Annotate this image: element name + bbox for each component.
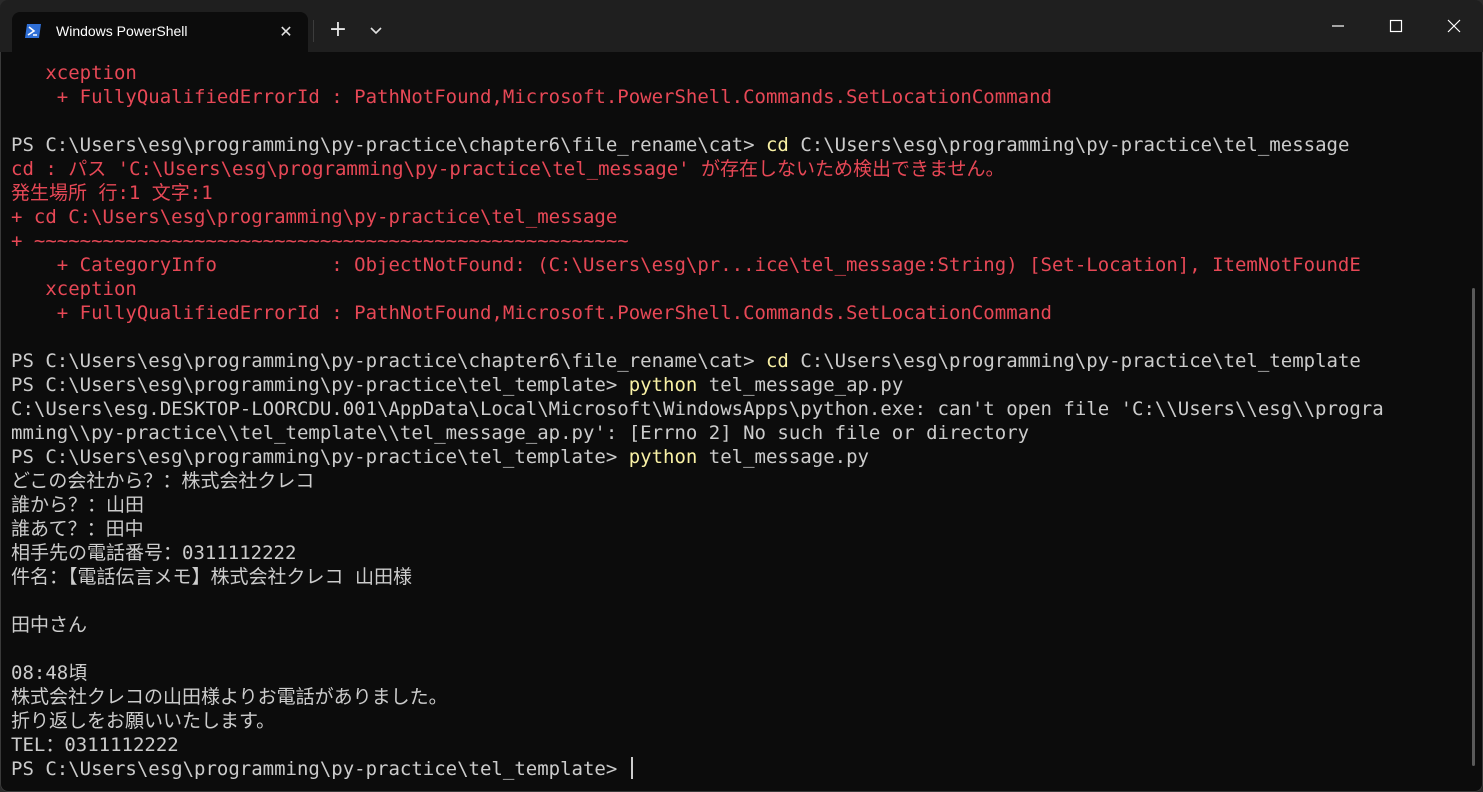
minimize-button[interactable] — [1309, 0, 1367, 52]
terminal-line: PS C:\Users\esg\programming\py-practice\… — [11, 133, 1349, 157]
minimize-icon — [1332, 25, 1344, 27]
command-text: cd — [765, 134, 789, 156]
error-text: + ~~~~~~~~~~~~~~~~~~~~~~~~~~~~~~~~~~~~~~… — [11, 230, 629, 252]
error-text: + CategoryInfo : ObjectNotFound: (C:\Use… — [11, 254, 1361, 276]
output-text: C:\Users\esg\programming\py-practice\tel… — [788, 350, 1361, 372]
text-cursor — [630, 757, 633, 779]
tab-windows-powershell[interactable]: Windows PowerShell ✕ — [12, 12, 308, 52]
terminal-line: + CategoryInfo : ObjectNotFound: (C:\Use… — [11, 253, 1361, 277]
powershell-icon — [25, 24, 41, 38]
output-text: PS C:\Users\esg\programming\py-practice\… — [11, 374, 629, 396]
tab-dropdown-button[interactable] — [364, 18, 388, 42]
output-text: 折り返しをお願いいたします。 — [11, 710, 276, 732]
close-window-button[interactable] — [1425, 0, 1483, 52]
close-icon: ✕ — [279, 22, 293, 41]
error-text: xception — [11, 62, 137, 84]
output-text: C:\Users\esg\programming\py-practice\tel… — [788, 134, 1350, 156]
output-text: C:\Users\esg.DESKTOP-LOORCDU.001\AppData… — [11, 398, 1384, 420]
terminal-line: 相手先の電話番号：0311112222 — [11, 541, 296, 565]
terminal-line: xception — [11, 277, 137, 301]
terminal-line: 株式会社クレコの山田様よりお電話がありました。 — [11, 685, 448, 709]
terminal-output[interactable]: xception + FullyQualifiedErrorId : PathN… — [0, 52, 1470, 792]
output-text: 誰あて？：田中 — [11, 518, 144, 540]
output-text: 相手先の電話番号：0311112222 — [11, 542, 297, 564]
terminal-line: 件名：【電話伝言メモ】株式会社クレコ 山田様 — [11, 565, 412, 589]
terminal-line: PS C:\Users\esg\programming\py-practice\… — [11, 445, 869, 469]
error-text: + FullyQualifiedErrorId : PathNotFound,M… — [11, 86, 1052, 108]
output-text: 件名：【電話伝言メモ】株式会社クレコ 山田様 — [11, 566, 412, 588]
error-text: 発生場所 行:1 文字:1 — [11, 182, 213, 204]
output-text: tel_message_ap.py — [697, 374, 904, 396]
terminal-line: 誰あて？：田中 — [11, 517, 144, 541]
scrollbar[interactable] — [1472, 288, 1475, 766]
terminal-line: PS C:\Users\esg\programming\py-practice\… — [11, 757, 633, 781]
close-tab-button[interactable]: ✕ — [274, 20, 298, 44]
output-text: PS C:\Users\esg\programming\py-practice\… — [11, 350, 766, 372]
terminal-line: + FullyQualifiedErrorId : PathNotFound,M… — [11, 301, 1052, 325]
output-text: 田中さん — [11, 614, 88, 636]
terminal-line: 発生場所 行:1 文字:1 — [11, 181, 213, 205]
maximize-button[interactable] — [1367, 0, 1425, 52]
terminal-line: cd : パス 'C:\Users\esg\programming\py-pra… — [11, 157, 1004, 181]
error-text: + FullyQualifiedErrorId : PathNotFound,M… — [11, 302, 1052, 324]
terminal-line: 折り返しをお願いいたします。 — [11, 709, 275, 733]
terminal-line: どこの会社から？：株式会社クレコ — [11, 469, 314, 493]
error-text: xception — [11, 278, 137, 300]
terminal-line: mming\\py-practice\\tel_template\\tel_me… — [11, 421, 1029, 445]
command-text: cd — [765, 350, 789, 372]
output-text: PS C:\Users\esg\programming\py-practice\… — [11, 134, 766, 156]
error-text: + cd C:\Users\esg\programming\py-practic… — [11, 206, 618, 228]
close-icon — [1447, 19, 1461, 33]
terminal-line: C:\Users\esg.DESKTOP-LOORCDU.001\AppData… — [11, 397, 1384, 421]
chevron-down-icon — [370, 27, 382, 35]
output-text: TEL：0311112222 — [11, 734, 179, 756]
terminal-line: 田中さん — [11, 613, 87, 637]
terminal-line: + cd C:\Users\esg\programming\py-practic… — [11, 205, 617, 229]
terminal-line: 誰から？：山田 — [11, 493, 144, 517]
maximize-icon — [1389, 19, 1403, 33]
terminal-window: Windows PowerShell ✕ + xception + FullyQ… — [0, 0, 1483, 792]
command-text: python — [628, 446, 698, 468]
output-text: PS C:\Users\esg\programming\py-practice\… — [11, 446, 629, 468]
output-text: mming\\py-practice\\tel_template\\tel_me… — [11, 422, 1030, 444]
output-text: 株式会社クレコの山田様よりお電話がありました。 — [11, 686, 448, 708]
output-text: tel_message.py — [697, 446, 869, 468]
terminal-line: xception — [11, 61, 137, 85]
terminal-line: + FullyQualifiedErrorId : PathNotFound,M… — [11, 85, 1052, 109]
title-bar[interactable]: Windows PowerShell ✕ + — [0, 0, 1483, 52]
terminal-line: + ~~~~~~~~~~~~~~~~~~~~~~~~~~~~~~~~~~~~~~… — [11, 229, 629, 253]
tab-separator — [313, 20, 314, 42]
terminal-line: PS C:\Users\esg\programming\py-practice\… — [11, 349, 1361, 373]
terminal-line: 08:48頃 — [11, 661, 87, 685]
error-text: cd : パス 'C:\Users\esg\programming\py-pra… — [11, 158, 1005, 180]
tab-title: Windows PowerShell — [56, 23, 188, 39]
output-text: 08:48頃 — [11, 662, 88, 684]
output-text: どこの会社から？：株式会社クレコ — [11, 470, 315, 492]
terminal-line: PS C:\Users\esg\programming\py-practice\… — [11, 373, 903, 397]
terminal-line: TEL：0311112222 — [11, 733, 179, 757]
command-text: python — [628, 374, 698, 396]
output-text: 誰から？：山田 — [11, 494, 145, 516]
new-tab-button[interactable]: + — [324, 16, 352, 44]
output-text: PS C:\Users\esg\programming\py-practice\… — [11, 758, 629, 780]
